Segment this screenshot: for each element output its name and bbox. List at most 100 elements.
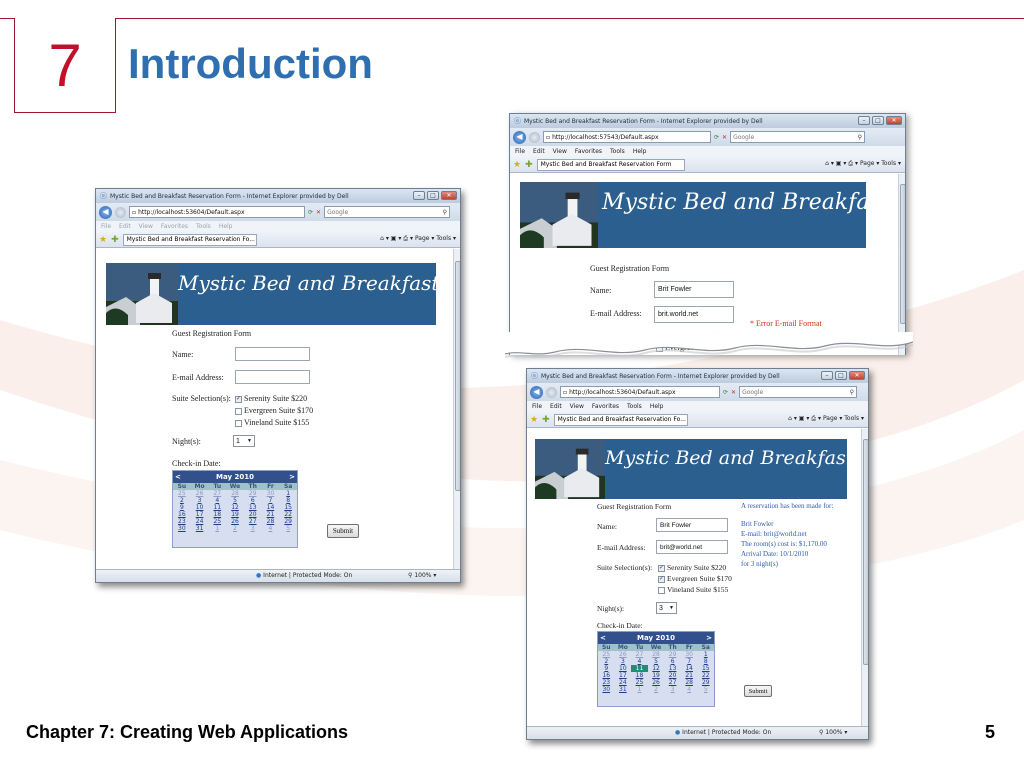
home-icon[interactable]: ⌂ ▾ [788, 415, 797, 422]
calendar-day[interactable]: 4 [631, 658, 648, 665]
menu-tools[interactable]: Tools [610, 148, 625, 155]
feeds-icon[interactable]: ▣ ▾ [799, 415, 810, 422]
calendar-day[interactable]: 15 [697, 665, 714, 672]
vertical-scrollbar[interactable] [898, 174, 905, 355]
calendar-day[interactable]: 1 [279, 490, 297, 497]
calendar-day[interactable]: 4 [262, 525, 280, 532]
calendar-day[interactable]: 7 [262, 497, 280, 504]
scrollbar-thumb[interactable] [900, 184, 905, 324]
calendar-day[interactable]: 12 [648, 665, 665, 672]
calendar-day[interactable]: 29 [664, 651, 681, 658]
calendar-day[interactable]: 13 [664, 665, 681, 672]
back-icon[interactable]: ◀ [530, 385, 543, 399]
name-input[interactable]: Brit Fowler [656, 518, 728, 532]
calendar-day[interactable]: 29 [244, 490, 262, 497]
calendar-day[interactable]: 24 [191, 518, 209, 525]
menu-edit[interactable]: Edit [550, 403, 562, 410]
suite-option-vineland[interactable]: Vineland Suite $155 [658, 585, 728, 594]
calendar-day[interactable]: 2 [598, 658, 615, 665]
maximize-icon[interactable]: □ [427, 191, 439, 200]
calendar-next-icon[interactable]: > [706, 634, 712, 642]
close-icon[interactable]: ✕ [886, 116, 902, 125]
checkbox-checked-icon[interactable]: ✓ [658, 575, 665, 583]
calendar-day[interactable]: 26 [648, 679, 665, 686]
suite-option-evergreen[interactable]: ✓ Evergreen Suite $170 [658, 574, 732, 583]
calendar-day[interactable]: 29 [697, 679, 714, 686]
close-icon[interactable]: ✕ [849, 371, 865, 380]
calendar-day[interactable]: 30 [681, 651, 698, 658]
search-input[interactable]: Google ⚲ [739, 386, 858, 398]
browser-tab[interactable]: Mystic Bed and Breakfast Reservation Fo.… [553, 413, 688, 426]
menu-help[interactable]: Help [650, 403, 664, 410]
menu-favorites[interactable]: Favorites [161, 223, 188, 230]
forward-icon[interactable] [115, 206, 126, 218]
calendar-day[interactable]: 15 [279, 504, 297, 511]
menu-favorites[interactable]: Favorites [575, 148, 602, 155]
menu-edit[interactable]: Edit [119, 223, 131, 230]
calendar-day[interactable]: 25 [631, 679, 648, 686]
calendar-day[interactable]: 27 [664, 679, 681, 686]
favorites-star-icon[interactable]: ★ [530, 415, 538, 425]
calendar-day[interactable]: 18 [631, 672, 648, 679]
calendar-day[interactable]: 12 [226, 504, 244, 511]
calendar-day[interactable]: 6 [664, 658, 681, 665]
add-favorites-icon[interactable]: ✚ [525, 160, 533, 170]
menu-file[interactable]: File [101, 223, 111, 230]
calendar-day[interactable]: 18 [208, 511, 226, 518]
checkin-calendar[interactable]: < May 2010 > Su Mo Tu We Th Fr Sa 25 26 27 28 29 30 1 2 3 4… [597, 631, 715, 707]
search-input[interactable]: Google ⚲ [730, 131, 866, 143]
minimize-icon[interactable]: – [858, 116, 870, 125]
name-input[interactable] [235, 347, 310, 361]
scrollbar-thumb[interactable] [863, 439, 868, 665]
calendar-day[interactable]: 16 [173, 511, 191, 518]
suite-option-vineland[interactable]: Vineland Suite $155 [235, 418, 309, 427]
minimize-icon[interactable]: – [413, 191, 425, 200]
nights-select[interactable]: 1 ▼ [233, 435, 255, 447]
checkbox-icon[interactable] [658, 586, 665, 594]
calendar-day[interactable]: 7 [681, 658, 698, 665]
menu-file[interactable]: File [515, 148, 525, 155]
menu-view[interactable]: View [139, 223, 153, 230]
submit-button[interactable]: Submit [744, 685, 772, 697]
scrollbar-thumb[interactable] [455, 261, 460, 491]
calendar-day[interactable]: 30 [598, 686, 615, 693]
favorites-star-icon[interactable]: ★ [99, 235, 107, 245]
calendar-day[interactable]: 31 [191, 525, 209, 532]
calendar-day[interactable]: 1 [631, 686, 648, 693]
vertical-scrollbar[interactable] [861, 429, 868, 727]
calendar-day[interactable]: 3 [664, 686, 681, 693]
calendar-day[interactable]: 26 [615, 651, 632, 658]
menu-edit[interactable]: Edit [533, 148, 545, 155]
calendar-day[interactable]: 23 [598, 679, 615, 686]
calendar-day[interactable]: 28 [648, 651, 665, 658]
address-bar[interactable]: ▫ http://localhost:57543/Default.aspx [543, 131, 711, 143]
print-icon[interactable]: ⎙ ▾ [811, 415, 821, 422]
zoom-level[interactable]: ⚲ 100% ▾ [408, 572, 436, 579]
name-input[interactable]: Brit Fowler [654, 281, 734, 298]
checkbox-icon[interactable] [235, 419, 242, 427]
calendar-day[interactable]: 5 [697, 686, 714, 693]
search-icon[interactable]: ⚲ [443, 209, 447, 216]
add-favorites-icon[interactable]: ✚ [111, 235, 119, 245]
calendar-day[interactable]: 22 [279, 511, 297, 518]
calendar-day[interactable]: 21 [681, 672, 698, 679]
calendar-day[interactable]: 9 [598, 665, 615, 672]
maximize-icon[interactable]: □ [835, 371, 847, 380]
print-icon[interactable]: ⎙ ▾ [403, 235, 413, 242]
search-icon[interactable]: ⚲ [850, 389, 854, 396]
email-input[interactable]: brit.world.net [654, 306, 734, 323]
calendar-day[interactable]: 11 [631, 665, 648, 672]
calendar-day[interactable]: 27 [244, 518, 262, 525]
print-icon[interactable]: ⎙ ▾ [848, 160, 858, 167]
stop-icon[interactable]: ✕ [316, 209, 321, 216]
calendar-day[interactable]: 26 [226, 518, 244, 525]
calendar-day[interactable]: 22 [697, 672, 714, 679]
nights-select[interactable]: 3 ▼ [656, 602, 677, 614]
calendar-day[interactable]: 28 [681, 679, 698, 686]
calendar-day[interactable]: 23 [173, 518, 191, 525]
maximize-icon[interactable]: □ [872, 116, 884, 125]
search-icon[interactable]: ⚲ [858, 134, 862, 141]
calendar-day[interactable]: 17 [615, 672, 632, 679]
browser-tab[interactable]: Mystic Bed and Breakfast Reservation Fo.… [122, 233, 257, 246]
email-input[interactable]: brit@world.net [656, 540, 728, 554]
